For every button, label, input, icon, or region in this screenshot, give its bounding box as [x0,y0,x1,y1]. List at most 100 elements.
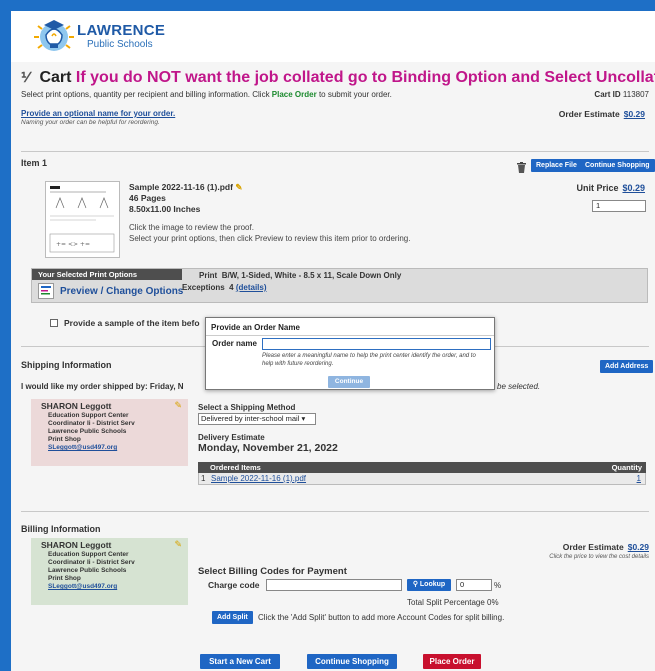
delivery-estimate-label: Delivery Estimate [198,433,265,442]
instructions-text-1: Select print options, quantity per recip… [21,90,272,99]
contact-line: Education Support Center [48,412,129,419]
start-new-cart-button[interactable]: Start a New Cart [200,654,280,669]
instructions-text-2: to submit your order. [316,90,392,99]
shipping-heading: Shipping Information [21,360,112,370]
charge-code-input[interactable] [266,579,402,591]
billing-codes-heading: Select Billing Codes for Payment [198,566,347,577]
edit-pencil-icon[interactable]: ✎ [174,401,182,410]
add-split-note: Click the 'Add Split' button to add more… [258,613,505,622]
proof-instructions: Click the image to review the proof. Sel… [129,222,410,244]
delivery-date: Monday, November 21, 2022 [198,442,338,454]
sample-checkbox[interactable] [50,319,58,327]
quantity-input[interactable]: 1 [592,200,646,212]
trash-icon[interactable] [517,162,526,173]
order-name-label: Order name [212,339,257,348]
shipping-address-card: SHARON Leggott Education Support Center … [31,399,188,466]
footer-continue-shopping-button[interactable]: Continue Shopping [307,654,397,669]
total-split-percentage: Total Split Percentage 0% [407,598,499,607]
billing-estimate-link[interactable]: $0.29 [628,542,649,552]
cart-id-value: 113807 [622,90,649,99]
brand-name: LAWRENCE Public Schools [77,22,165,50]
ordered-items-header: Ordered Items Quantity [198,462,646,473]
ship-by-tail: be selected. [497,382,541,391]
dialog-title: Provide an Order Name [211,323,300,332]
contact-name: SHARON Leggott [41,401,112,411]
continue-button[interactable]: Continue [328,376,370,388]
shipping-method-label: Select a Shipping Method [198,403,296,412]
app-frame: LAWRENCE Public Schools ⅟ Cart If you do… [11,11,655,671]
brand-title: LAWRENCE [77,22,166,39]
page-count: 46 Pages [129,193,166,203]
row-file-link[interactable]: Sample 2022-11-16 (1).pdf [211,474,306,483]
order-estimate-label: Order Estimate [558,109,620,119]
contact-email[interactable]: SLeggott@usd497.org [48,583,188,591]
shipping-method-value: Delivered by inter-school mail [201,414,300,423]
optional-name-hint: Naming your order can be helpful for reo… [21,119,160,126]
contact-line: Print Shop [48,575,81,582]
document-preview-icon: += <> += [49,186,115,253]
order-estimate-link[interactable]: $0.29 [624,109,645,119]
preview-change-options-link[interactable]: Preview / Change Options [60,286,183,297]
lookup-button[interactable]: ⚲ Lookup [407,579,451,591]
unit-price-label: Unit Price [576,183,619,193]
ship-by-text: I would like my order shipped by: Friday… [21,382,184,391]
chevron-down-icon: ▾ [301,414,306,423]
order-name-hint: Please enter a meaningful name to help t… [262,353,476,367]
add-split-button[interactable]: Add Split [212,611,253,624]
unit-price-link[interactable]: $0.29 [622,183,645,193]
quantity-col: Quantity [611,463,642,472]
brand-subtitle: Public Schools [87,39,153,50]
replace-file-button[interactable]: Replace File [531,159,582,172]
sample-label: Provide a sample of the item befo [64,318,200,328]
table-row: 1 Sample 2022-11-16 (1).pdf 1 [198,473,646,485]
edit-pencil-icon[interactable]: ✎ [174,540,182,549]
place-order-button[interactable]: Place Order [423,654,481,669]
split-percent-input[interactable]: 0 [456,579,492,591]
ordered-items-col: Ordered Items [210,463,261,472]
dialog-divider [206,335,494,336]
exceptions-summary: Exceptions 4 (details) [182,283,267,292]
cart-id-label: Cart ID [594,90,621,99]
contact-email[interactable]: SLeggott@usd497.org [48,444,188,452]
add-address-button[interactable]: Add Address [600,360,654,373]
cart-heading: Cart [39,69,72,86]
percent-sign: % [494,581,502,590]
print-summary: Print B/W, 1-Sided, White - 8.5 x 11, Sc… [199,271,401,280]
print-options-panel: Your Selected Print Options Preview / Ch… [31,268,648,303]
optional-name-link[interactable]: Provide an optional name for your order. [21,109,175,118]
billing-estimate-label: Order Estimate [562,542,624,552]
file-name: Sample 2022-11-16 (1).pdf [129,182,233,192]
proof-thumbnail[interactable]: += <> += [45,181,120,258]
cart-instructions: Select print options, quantity per recip… [21,90,392,99]
pencil-icon[interactable]: ✎ [235,182,242,192]
print-options-tab: Your Selected Print Options [32,269,182,280]
shipping-method-select[interactable]: Delivered by inter-school mail ▾ [198,413,316,425]
continue-shopping-button[interactable]: Continue Shopping [580,159,655,172]
ordered-items-table: Ordered Items Quantity 1 Sample 2022-11-… [198,462,646,485]
page-size: 8.50x11.00 Inches [129,204,201,214]
unit-price: Unit Price $0.29 [576,183,645,193]
instructions-place-order: Place Order [271,90,317,99]
contact-line: Education Support Center [48,551,129,558]
preview-icon[interactable] [38,283,54,299]
divider [21,151,649,152]
contact-line: Print Shop [48,436,81,443]
proof-line-1: Click the image to review the proof. [129,223,254,232]
contact-line: Lawrence Public Schools [48,428,127,435]
row-quantity-link[interactable]: 1 [637,474,641,483]
cart-icon: ⅟ [21,69,29,85]
billing-estimate-hint: Click the price to view the cost details [549,554,649,560]
charge-code-label: Charge code [208,580,260,590]
file-info: Sample 2022-11-16 (1).pdf ✎ 46 Pages 8.5… [129,182,242,215]
proof-line-2: Select your print options, then click Pr… [129,234,411,243]
order-estimate: Order Estimate $0.29 [559,109,645,119]
sample-option: Provide a sample of the item befo [50,318,200,328]
exceptions-details-link[interactable]: (details) [236,283,267,292]
billing-order-estimate: Order Estimate $0.29 [563,542,649,552]
contact-line: Coordinator Ii - District Serv [48,420,135,427]
svg-text:+= <> +=: += <> += [56,241,90,248]
contact-line: Lawrence Public Schools [48,567,127,574]
divider [21,511,649,512]
cart-id: Cart ID 113807 [594,90,649,99]
order-name-input[interactable] [262,338,491,350]
